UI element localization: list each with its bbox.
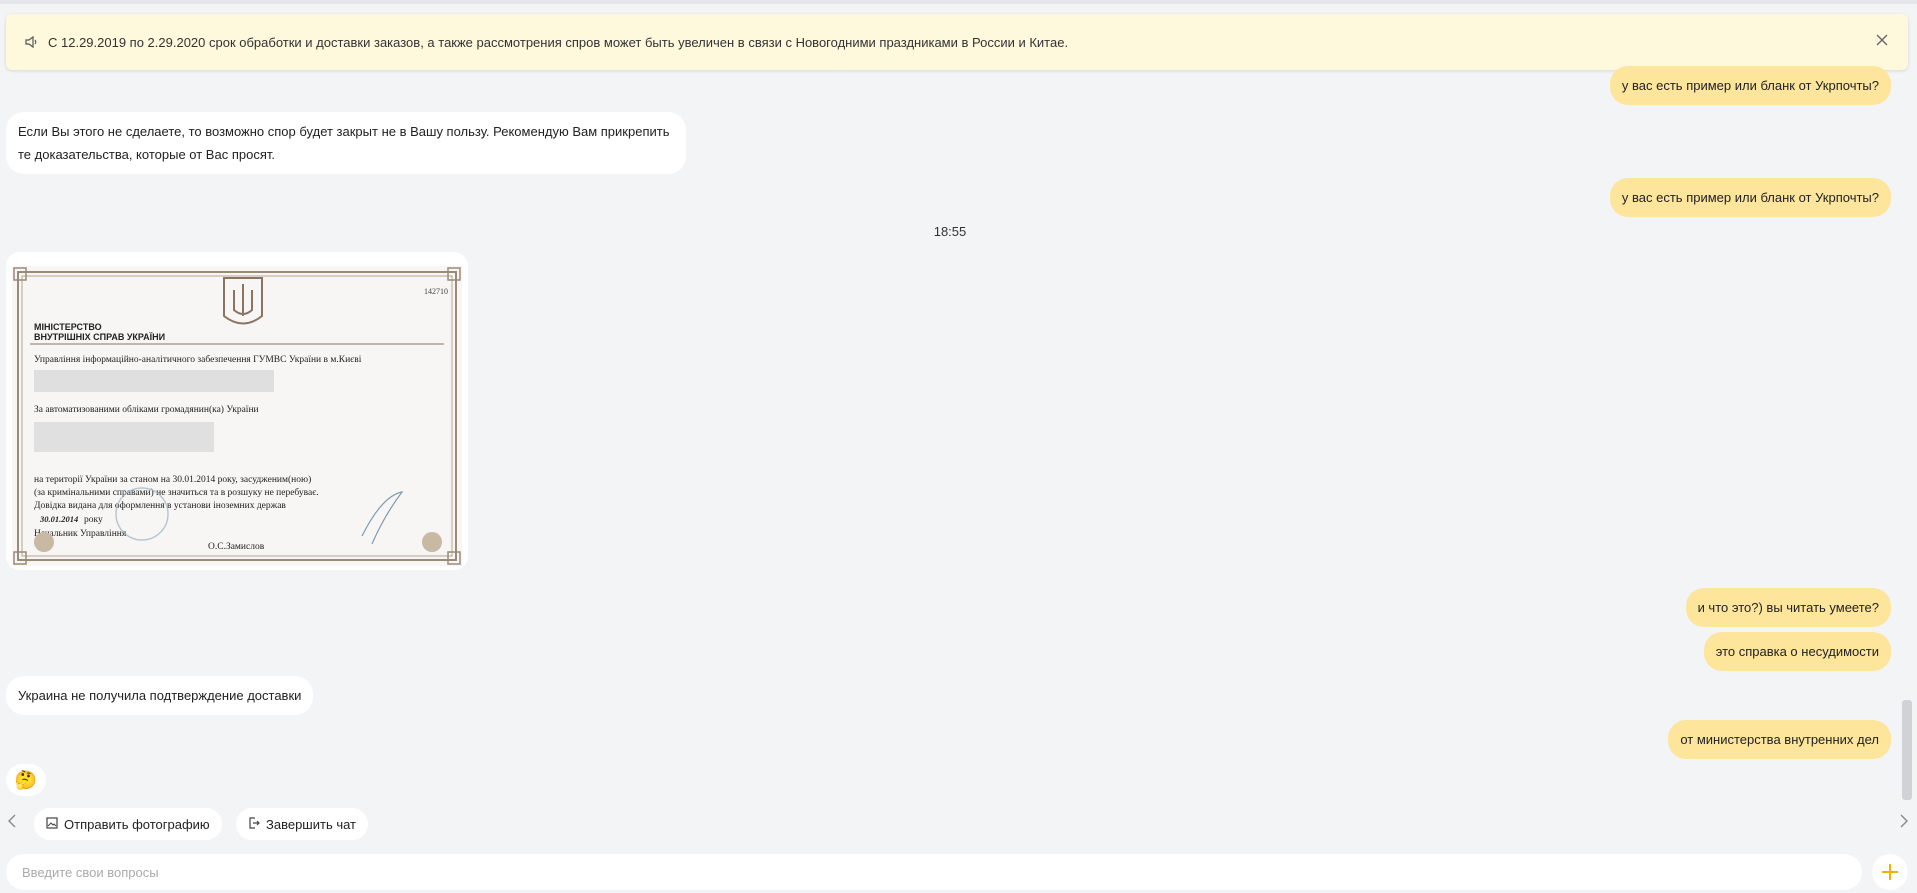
chat-scrollbar[interactable] (1902, 700, 1912, 800)
end-chat-button[interactable]: Завершить чат (236, 808, 369, 840)
chevron-left-icon[interactable] (4, 814, 20, 834)
svg-text:(за кримінальними справами) не: (за кримінальними справами) не значиться… (34, 487, 319, 498)
message-input[interactable] (20, 863, 1848, 881)
svg-text:142710: 142710 (424, 287, 448, 296)
banner-text: С 12.29.2019 по 2.29.2020 срок обработки… (48, 34, 1069, 50)
chevron-right-icon[interactable] (1896, 814, 1912, 834)
speaker-icon (24, 35, 38, 49)
chat-message-outgoing: и что это?) вы читать умеете? (1685, 588, 1891, 627)
svg-text:на території України за станом: на території України за станом на 30.01.… (34, 474, 311, 485)
svg-text:МІНІСТЕРСТВО: МІНІСТЕРСТВО (34, 322, 102, 332)
end-chat-label: Завершить чат (266, 816, 357, 832)
image-message[interactable]: 142710 МІНІСТЕРСТВО ВНУТРІШНІХ СПРАВ УКР… (6, 252, 468, 570)
plus-icon (1882, 864, 1898, 880)
emoji-message: 🤔 (6, 764, 46, 796)
thinking-emoji-icon: 🤔 (14, 769, 38, 790)
image-icon (46, 816, 58, 832)
svg-text:За автоматизованими обліками г: За автоматизованими обліками громадянин(… (34, 404, 259, 415)
svg-text:ВНУТРІШНІХ СПРАВ УКРАЇНИ: ВНУТРІШНІХ СПРАВ УКРАЇНИ (34, 332, 165, 342)
svg-text:30.01.2014: 30.01.2014 (39, 514, 78, 524)
chat-message-outgoing: у вас есть пример или бланк от Укрпочты? (1609, 178, 1891, 217)
certificate-image: 142710 МІНІСТЕРСТВО ВНУТРІШНІХ СПРАВ УКР… (12, 266, 462, 566)
message-timestamp: 18:55 (933, 224, 967, 239)
close-icon[interactable] (1872, 32, 1892, 52)
chat-message-outgoing: это справка о несудимости (1703, 632, 1891, 671)
svg-text:року: року (84, 515, 103, 525)
chat-message-incoming: Украина не получила подтверждение достав… (6, 676, 314, 715)
chat-message-incoming: Если Вы этого не сделаете, то возможно с… (6, 112, 686, 174)
chat-message-outgoing: у вас есть пример или бланк от Укрпочты? (1609, 66, 1891, 105)
holiday-notice-banner: С 12.29.2019 по 2.29.2020 срок обработки… (6, 14, 1908, 70)
add-attachment-button[interactable] (1872, 854, 1908, 890)
svg-text:О.С.Замислов: О.С.Замислов (208, 542, 265, 552)
message-input-wrapper (6, 854, 1862, 890)
exit-icon (248, 816, 260, 832)
send-photo-label: Отправить фотографию (64, 816, 210, 832)
chat-message-outgoing: от министерства внутренних дел (1668, 720, 1891, 759)
top-divider (0, 0, 1917, 4)
svg-text:Довідка видана для оформлення: Довідка видана для оформлення в установи… (34, 500, 286, 511)
svg-text:Управління інформаційно-аналіт: Управління інформаційно-аналітичного заб… (34, 354, 362, 365)
send-photo-button[interactable]: Отправить фотографию (34, 808, 222, 840)
quick-actions-bar: Отправить фотографию Завершить чат (0, 808, 1917, 842)
